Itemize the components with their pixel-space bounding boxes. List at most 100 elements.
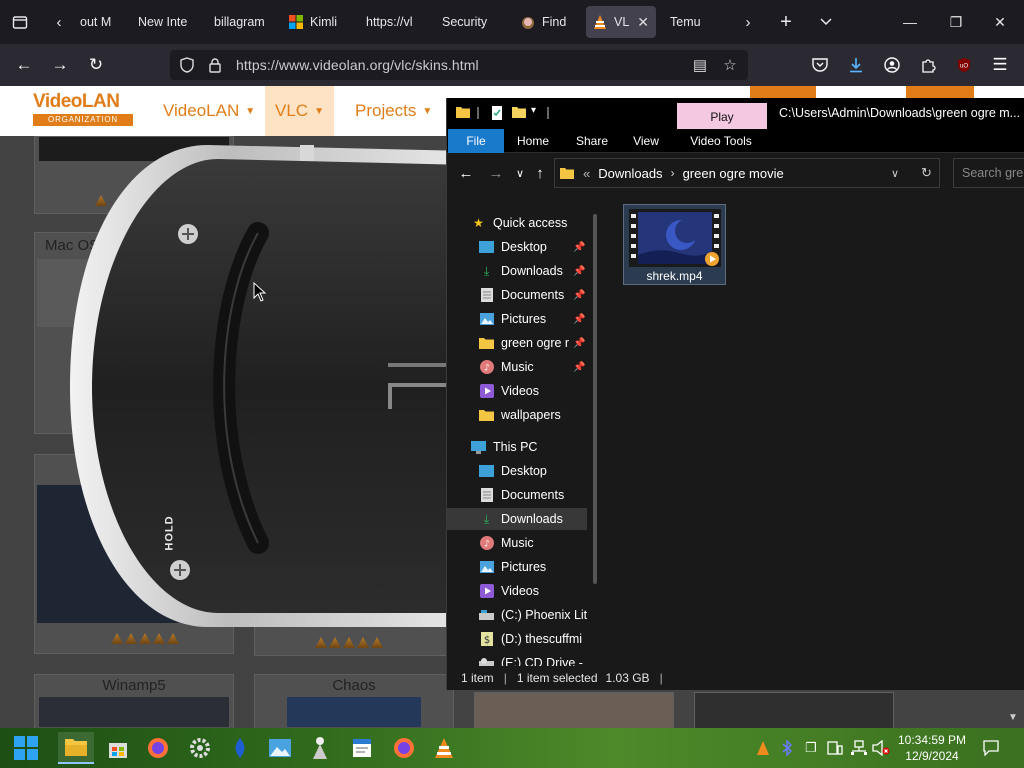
reader-view-icon[interactable]: ▤ <box>686 50 714 80</box>
skin-card[interactable] <box>694 692 894 732</box>
site-nav-projects[interactable]: Projects ▼ <box>345 86 442 136</box>
nav-videos[interactable]: Videos <box>447 380 587 402</box>
site-nav-vlc[interactable]: VLC ▼ <box>265 86 334 136</box>
breadcrumb-downloads[interactable]: Downloads <box>598 166 662 181</box>
ribbon-tab-view[interactable]: View <box>623 129 669 153</box>
chevron-down-icon[interactable]: ∨ <box>891 167 899 180</box>
customize-toolbar-icon[interactable]: ▾ <box>531 105 547 121</box>
tray-volume-muted-icon[interactable] <box>872 739 890 757</box>
taskbar-vlc-icon[interactable] <box>426 732 462 764</box>
nav-pc-downloads[interactable]: ⤓ Downloads <box>447 508 587 530</box>
minimize-icon[interactable]: — <box>888 8 932 36</box>
navigation-pane-scrollbar[interactable] <box>593 214 597 584</box>
url-text[interactable]: https://www.videolan.org/vlc/skins.html <box>236 57 479 73</box>
tray-clock[interactable]: 10:34:59 PM 12/9/2024 <box>892 732 972 764</box>
back-arrow-icon[interactable]: ← <box>10 51 38 79</box>
address-bar[interactable]: « Downloads › green ogre movie ∨ ↻ <box>554 158 940 188</box>
tray-devices-icon[interactable] <box>826 739 844 757</box>
back-arrow-icon[interactable]: ← <box>455 162 477 184</box>
nav-wallpapers[interactable]: wallpapers <box>447 404 587 426</box>
notifications-icon[interactable] <box>982 739 1000 757</box>
tray-vlc-icon[interactable] <box>754 739 772 757</box>
site-nav-videolan[interactable]: VideoLAN ▼ <box>153 86 265 136</box>
tab-8[interactable]: Temu <box>664 6 730 38</box>
restore-icon[interactable]: ❐ <box>934 8 978 36</box>
account-icon[interactable] <box>878 51 906 79</box>
nav-pc-music[interactable]: ♪ Music <box>447 532 587 554</box>
nav-drive-c[interactable]: (C:) Phoenix Lit <box>447 604 587 626</box>
nav-pictures-pinned[interactable]: Pictures 📌 <box>447 308 587 330</box>
downloads-icon[interactable] <box>842 51 870 79</box>
nav-drive-d[interactable]: $ (D:) thescuffmi <box>447 628 587 650</box>
shield-icon[interactable] <box>176 57 198 73</box>
breadcrumb-green-ogre-movie[interactable]: green ogre movie <box>683 166 784 181</box>
ribbon-tab-file[interactable]: File <box>448 129 504 153</box>
tab-6[interactable]: Find <box>514 6 576 38</box>
taskbar-firefox-icon[interactable] <box>386 732 422 764</box>
pin-icon[interactable]: 📌 <box>573 362 585 373</box>
close-window-icon[interactable]: ✕ <box>978 8 1022 36</box>
tray-bluetooth-icon[interactable] <box>778 739 796 757</box>
forward-arrow-icon[interactable]: → <box>485 162 507 184</box>
nav-this-pc[interactable]: This PC <box>447 436 587 458</box>
pin-icon[interactable]: 📌 <box>573 314 585 325</box>
up-arrow-icon[interactable]: ↑ <box>529 162 551 184</box>
pin-icon[interactable]: 📌 <box>573 266 585 277</box>
nav-desktop-pinned[interactable]: Desktop 📌 <box>447 236 587 258</box>
chevron-right-icon[interactable]: › <box>671 166 675 180</box>
app-menu-icon[interactable]: ☰ <box>986 51 1014 79</box>
taskbar-settings-icon[interactable] <box>182 732 218 764</box>
reload-icon[interactable]: ↻ <box>82 51 110 79</box>
breadcrumb-overflow[interactable]: « <box>583 166 590 181</box>
taskbar-notepad-icon[interactable] <box>344 732 380 764</box>
scroll-tabs-left-icon[interactable]: ‹ <box>44 6 74 38</box>
firefox-view-icon[interactable] <box>4 6 36 38</box>
tab-7[interactable]: VL ✕ <box>586 6 656 38</box>
pocket-icon[interactable] <box>806 51 834 79</box>
play-context-tab[interactable]: Play <box>677 103 767 130</box>
nav-pc-videos[interactable]: Videos <box>447 580 587 602</box>
taskbar-file-explorer-icon[interactable] <box>58 732 94 764</box>
bookmark-star-icon[interactable]: ☆ <box>716 50 744 80</box>
extensions-icon[interactable] <box>914 51 942 79</box>
skin-card[interactable] <box>474 692 674 732</box>
taskbar-app-blue-icon[interactable] <box>222 732 258 764</box>
pin-icon[interactable]: 📌 <box>573 242 585 253</box>
tab-2[interactable]: billagram <box>208 6 272 38</box>
pin-icon[interactable]: 📌 <box>573 338 585 349</box>
list-all-tabs-icon[interactable] <box>810 6 842 38</box>
taskbar-image-viewer-icon[interactable] <box>262 732 298 764</box>
close-tab-icon[interactable]: ✕ <box>637 14 649 31</box>
search-input[interactable] <box>962 166 1024 180</box>
skin-card-winamp5[interactable]: Winamp5 <box>34 674 234 732</box>
taskbar-store-icon[interactable] <box>100 732 136 764</box>
taskbar-app-figure-icon[interactable] <box>302 732 338 764</box>
nav-pc-desktop[interactable]: Desktop <box>447 460 587 482</box>
properties-icon[interactable] <box>489 105 505 121</box>
nav-pc-pictures[interactable]: Pictures <box>447 556 587 578</box>
nav-documents-pinned[interactable]: Documents 📌 <box>447 284 587 306</box>
page-scroll-down-icon[interactable]: ▼ <box>1008 712 1018 723</box>
tray-network-icon[interactable] <box>850 739 868 757</box>
videolan-logo[interactable]: VideoLAN ORGANIZATION <box>33 92 133 128</box>
tab-5[interactable]: Security <box>436 6 498 38</box>
skin-card-chaos[interactable]: Chaos <box>254 674 454 732</box>
file-item-selected[interactable]: shrek.mp4 <box>623 204 726 285</box>
ribbon-tab-home[interactable]: Home <box>509 129 557 153</box>
lock-icon[interactable] <box>204 57 226 73</box>
pin-icon[interactable]: 📌 <box>573 290 585 301</box>
tab-1[interactable]: New Inte <box>132 6 196 38</box>
new-folder-icon[interactable] <box>511 105 527 121</box>
tray-copy-icon[interactable]: ❐ <box>802 739 820 757</box>
recent-locations-icon[interactable]: ∨ <box>509 162 531 184</box>
forward-arrow-icon[interactable]: → <box>46 51 74 79</box>
search-box[interactable] <box>953 158 1024 188</box>
tab-0[interactable]: out M <box>74 6 130 38</box>
nav-downloads-pinned[interactable]: ⤓ Downloads 📌 <box>447 260 587 282</box>
nav-green-ogre-pinned[interactable]: green ogre r 📌 <box>447 332 587 354</box>
nav-quick-access[interactable]: ★ Quick access <box>447 212 587 234</box>
ublock-origin-icon[interactable]: uO <box>950 51 978 79</box>
scroll-tabs-right-icon[interactable]: › <box>732 6 764 38</box>
ribbon-tab-video-tools[interactable]: Video Tools <box>681 129 761 153</box>
ribbon-tab-share[interactable]: Share <box>567 129 617 153</box>
